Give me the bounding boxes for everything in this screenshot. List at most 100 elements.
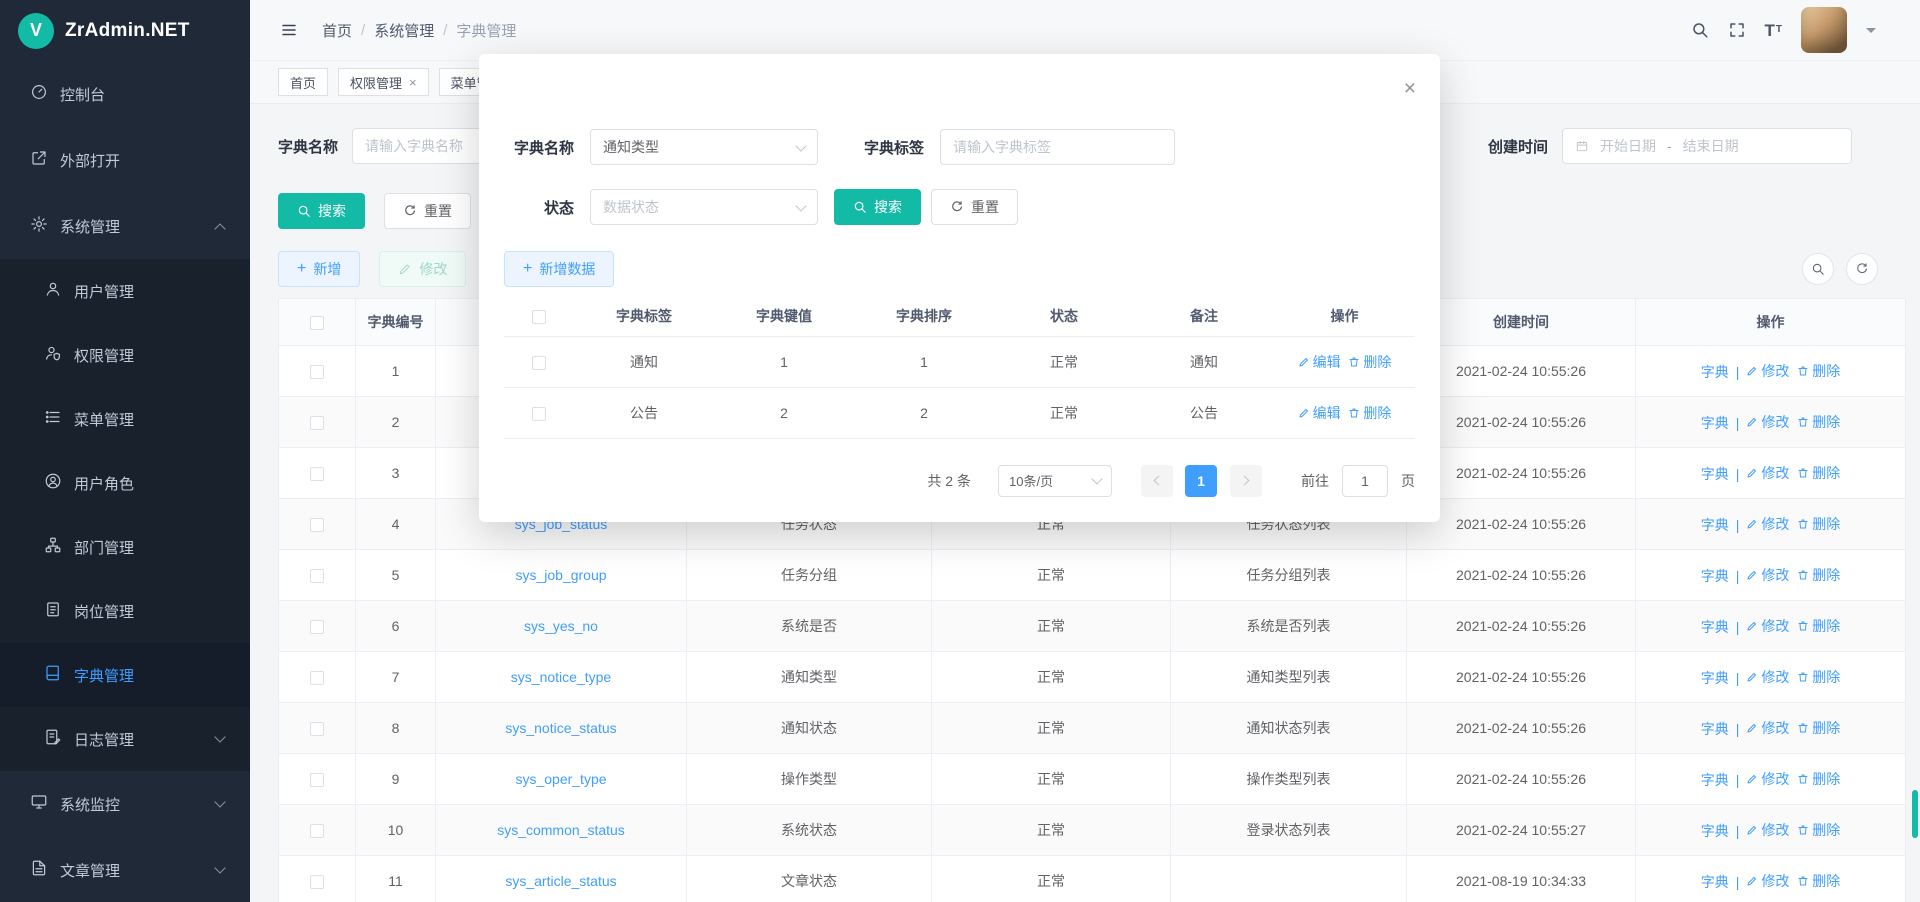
dict-link[interactable]: 字典	[1701, 821, 1729, 841]
dict-type-link[interactable]: sys_common_status	[497, 822, 625, 838]
goto-page-input[interactable]	[1342, 465, 1388, 497]
edit-link[interactable]: 修改	[1746, 514, 1789, 534]
breadcrumb-home[interactable]: 首页	[322, 20, 352, 41]
sidebar-item-posts[interactable]: 岗位管理	[0, 579, 250, 643]
row-checkbox[interactable]	[310, 875, 324, 889]
edit-link[interactable]: 修改	[1746, 667, 1789, 687]
row-checkbox[interactable]	[310, 671, 324, 685]
dialog-search-button[interactable]: 搜索	[834, 189, 921, 225]
row-checkbox[interactable]	[310, 773, 324, 787]
row-checkbox[interactable]	[310, 365, 324, 379]
delete-link[interactable]: 删除	[1348, 352, 1391, 372]
add-button[interactable]: + 新增	[278, 251, 360, 287]
row-checkbox[interactable]	[532, 356, 546, 370]
delete-link[interactable]: 删除	[1797, 514, 1840, 534]
sidebar-item-external[interactable]: 外部打开	[0, 127, 250, 193]
dict-link[interactable]: 字典	[1701, 617, 1729, 637]
sidebar-item-dashboard[interactable]: 控制台	[0, 61, 250, 127]
dialog-close-icon[interactable]: ×	[1404, 78, 1416, 99]
add-data-button[interactable]: + 新增数据	[504, 251, 614, 287]
dict-link[interactable]: 字典	[1701, 464, 1729, 484]
delete-link[interactable]: 删除	[1797, 820, 1840, 840]
dict-link[interactable]: 字典	[1701, 872, 1729, 892]
row-checkbox[interactable]	[310, 569, 324, 583]
dict-type-link[interactable]: sys_job_group	[515, 567, 606, 583]
edit-link[interactable]: 修改	[1746, 565, 1789, 585]
dict-type-link[interactable]: sys_notice_status	[505, 720, 616, 736]
edit-link[interactable]: 修改	[1746, 820, 1789, 840]
edit-link[interactable]: 编辑	[1298, 352, 1341, 372]
dict-link[interactable]: 字典	[1701, 566, 1729, 586]
sidebar-item-dictionary[interactable]: 字典管理	[0, 643, 250, 707]
tab-home[interactable]: 首页	[278, 68, 328, 96]
sidebar-item-logs[interactable]: 日志管理	[0, 707, 250, 771]
row-checkbox[interactable]	[310, 416, 324, 430]
dict-type-link[interactable]: sys_oper_type	[515, 771, 606, 787]
dict-label-input[interactable]	[940, 129, 1175, 165]
tab-permissions[interactable]: 权限管理×	[338, 68, 429, 96]
sidebar-item-articles[interactable]: 文章管理	[0, 837, 250, 902]
status-select[interactable]: 数据状态	[590, 189, 818, 225]
font-size-icon[interactable]: TT	[1765, 22, 1783, 39]
dict-link[interactable]: 字典	[1701, 515, 1729, 535]
edit-link[interactable]: 修改	[1746, 718, 1789, 738]
dict-type-link[interactable]: sys_yes_no	[524, 618, 598, 634]
prev-page-button[interactable]	[1141, 465, 1173, 497]
delete-link[interactable]: 删除	[1797, 463, 1840, 483]
page-1-button[interactable]: 1	[1185, 465, 1217, 497]
delete-link[interactable]: 删除	[1797, 667, 1840, 687]
breadcrumb-system[interactable]: 系统管理	[374, 20, 434, 41]
edit-link[interactable]: 修改	[1746, 463, 1789, 483]
delete-link[interactable]: 删除	[1797, 616, 1840, 636]
app-logo[interactable]: V ZrAdmin.NET	[0, 0, 250, 61]
sidebar-item-departments[interactable]: 部门管理	[0, 515, 250, 579]
delete-link[interactable]: 删除	[1797, 871, 1840, 891]
user-avatar[interactable]	[1801, 7, 1847, 53]
sidebar-item-monitor[interactable]: 系统监控	[0, 771, 250, 837]
delete-link[interactable]: 删除	[1348, 403, 1391, 423]
dict-name-select[interactable]: 通知类型	[590, 129, 818, 165]
sidebar-item-users[interactable]: 用户管理	[0, 259, 250, 323]
dict-link[interactable]: 字典	[1701, 668, 1729, 688]
delete-link[interactable]: 删除	[1797, 565, 1840, 585]
date-range-picker[interactable]: 开始日期 - 结束日期	[1562, 128, 1852, 164]
dict-link[interactable]: 字典	[1701, 413, 1729, 433]
delete-link[interactable]: 删除	[1797, 718, 1840, 738]
dialog-reset-button[interactable]: 重置	[931, 189, 1018, 225]
sidebar-item-menus[interactable]: 菜单管理	[0, 387, 250, 451]
row-checkbox[interactable]	[310, 518, 324, 532]
row-checkbox[interactable]	[310, 620, 324, 634]
row-checkbox[interactable]	[532, 407, 546, 421]
edit-link[interactable]: 修改	[1746, 412, 1789, 432]
dict-type-link[interactable]: sys_notice_type	[511, 669, 611, 685]
sidebar-item-roles[interactable]: 用户角色	[0, 451, 250, 515]
page-size-select[interactable]: 10条/页	[998, 465, 1112, 497]
table-refresh-icon[interactable]	[1846, 253, 1878, 285]
row-checkbox[interactable]	[310, 722, 324, 736]
edit-button[interactable]: 修改	[379, 251, 466, 287]
table-search-icon[interactable]	[1802, 253, 1834, 285]
delete-link[interactable]: 删除	[1797, 412, 1840, 432]
select-all-checkbox[interactable]	[532, 310, 546, 324]
hamburger-icon[interactable]	[280, 21, 298, 39]
close-icon[interactable]: ×	[409, 76, 417, 89]
dict-type-link[interactable]: sys_article_status	[505, 873, 616, 889]
search-icon[interactable]	[1691, 21, 1709, 39]
row-checkbox[interactable]	[310, 467, 324, 481]
caret-down-icon[interactable]	[1866, 28, 1876, 38]
delete-link[interactable]: 删除	[1797, 361, 1840, 381]
next-page-button[interactable]	[1230, 465, 1262, 497]
edit-link[interactable]: 编辑	[1298, 403, 1341, 423]
fullscreen-icon[interactable]	[1728, 21, 1746, 39]
edit-link[interactable]: 修改	[1746, 616, 1789, 636]
scrollbar-thumb[interactable]	[1912, 790, 1918, 838]
dict-link[interactable]: 字典	[1701, 362, 1729, 382]
page-scrollbar[interactable]	[1910, 0, 1920, 902]
row-checkbox[interactable]	[310, 824, 324, 838]
edit-link[interactable]: 修改	[1746, 361, 1789, 381]
search-button[interactable]: 搜索	[278, 193, 365, 229]
sidebar-item-system[interactable]: 系统管理	[0, 193, 250, 259]
delete-link[interactable]: 删除	[1797, 769, 1840, 789]
select-all-checkbox[interactable]	[310, 316, 324, 330]
edit-link[interactable]: 修改	[1746, 871, 1789, 891]
